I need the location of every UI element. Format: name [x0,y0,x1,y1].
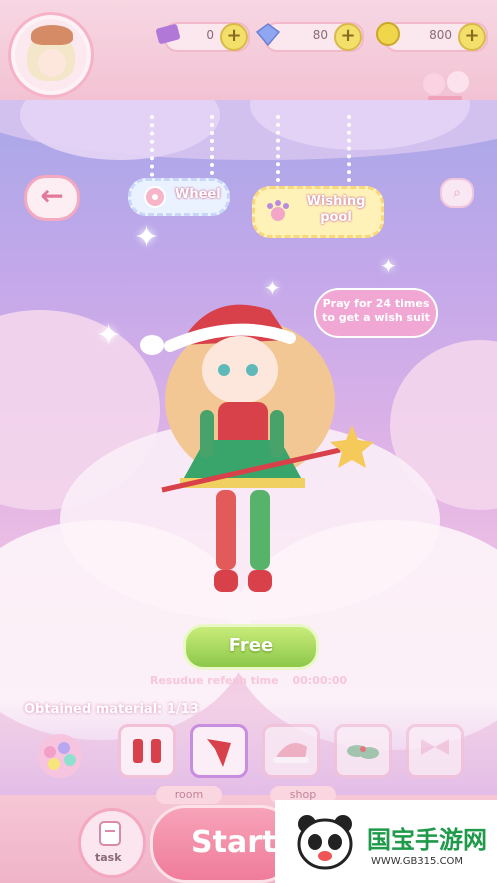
material-slot-socks[interactable] [118,724,176,778]
task-label: task [95,851,122,864]
task-button[interactable]: task [78,808,146,878]
search-icon: ⌕ [453,185,461,201]
material-slot-bow-scarf[interactable] [190,724,248,778]
gem-counter: 0 + [155,22,250,52]
paw-icon [267,200,289,221]
add-coins-button[interactable]: + [458,23,486,51]
ribbon-bow-icon [421,739,449,755]
coin-counter: 800 + [376,22,488,52]
back-button[interactable]: ← [24,175,80,221]
sparkle-icon: ✦ [96,318,122,353]
bow-scarf-icon [207,739,231,767]
material-slot-ribbon-bow[interactable] [406,724,464,778]
refresh-time: 00:00:00 [292,674,348,687]
coin-icon [376,22,400,46]
diamond-icon [255,23,281,47]
add-diamonds-button[interactable]: + [334,23,362,51]
wheel-icon [144,186,166,208]
sparkle-icon: ✦ [134,220,160,255]
refresh-timer: Resudue refesh time 00:00:00 [150,674,360,687]
add-gems-button[interactable]: + [220,23,248,51]
santa-hat-icon [273,743,309,763]
diamond-counter: 80 + [255,22,364,52]
obtained-label: Obtained material: [24,702,163,717]
hanging-rope [276,115,284,190]
hanging-rope [150,115,158,185]
material-slot-santa-hat[interactable] [262,724,320,778]
clipboard-icon [99,821,121,846]
wheel-button[interactable]: Wheel [128,178,230,216]
watermark-url: WWW.GB315.COM [371,856,464,867]
panda-logo-icon [297,815,353,870]
player-avatar[interactable] [8,12,94,98]
holly-icon [347,745,379,759]
wheel-label: Wheel [175,187,221,202]
hanging-rope [210,115,218,175]
wishing-pool-button[interactable]: Wishing pool [252,186,384,238]
refresh-label: Resudue refesh time [150,674,279,687]
ticket-icon [155,24,181,44]
watermark-title: 国宝手游网 [367,826,487,854]
coin-count: 800 [429,28,452,42]
flower-icon [38,734,82,778]
top-bar: 0 + 80 + 800 + [0,0,497,110]
sparkle-icon: ✦ [380,254,397,278]
diamond-count: 80 [312,28,328,42]
hanging-rope [347,115,355,190]
obtained-count: 1/13 [166,702,199,717]
search-button[interactable]: ⌕ [440,178,474,208]
socks-icon [133,739,161,763]
obtained-material: Obtained material: 1/13 [24,702,199,717]
watermark: 国宝手游网 WWW.GB315.COM [275,800,497,883]
character-doll [140,304,374,592]
material-slot-holly[interactable] [334,724,392,778]
free-button[interactable]: Free [183,624,319,670]
gem-count: 0 [206,28,214,42]
room-tab[interactable]: room [156,786,222,804]
wishing-pool-label: Wishing pool [306,194,366,225]
